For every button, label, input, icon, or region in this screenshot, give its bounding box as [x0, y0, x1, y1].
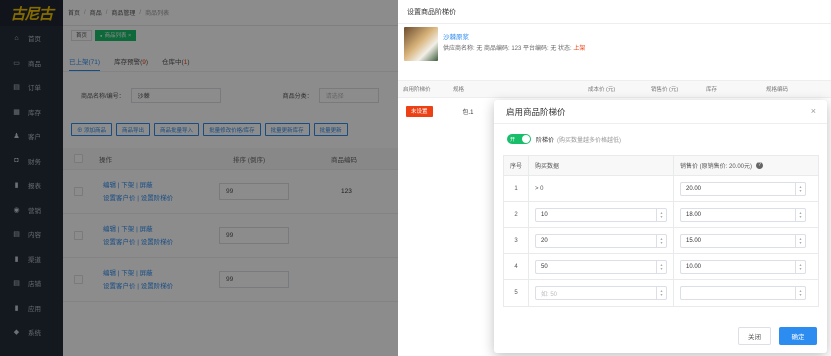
stepper-icon: ▲ ▼	[795, 234, 805, 247]
product-summary: 沙棘原浆 供应商名称: 无 商品编码: 123 平台编码: 无 状态: 上架	[398, 24, 831, 68]
switch-hint: (购买数量越多价格越低)	[557, 137, 622, 144]
modal-footer: 关闭 确定	[494, 319, 827, 353]
close-icon[interactable]: ×	[811, 106, 816, 116]
price-input[interactable]: 10.00 ▲ ▼	[680, 259, 806, 274]
spec-value: 包.1	[462, 109, 474, 116]
drawer-row: 未设置 包.1	[398, 98, 498, 124]
modal-title: 启用商品阶梯价	[506, 106, 566, 117]
stepper-icon: ▲ ▼	[656, 287, 666, 299]
overlay-mask[interactable]	[0, 0, 398, 356]
price-input[interactable]: 18.00 ▲ ▼	[680, 207, 806, 222]
price-input[interactable]: 15.00 ▲ ▼	[680, 233, 806, 248]
tier-price-switch[interactable]: 开	[507, 134, 531, 144]
app-root: 古尼古 ⌂ 首页 ▭ 商品 ▤ 订单 ▦ 库存 ♟ 客户 ◘ 财务 ▮ 报表 ◉ 营销 ▤ 内容 …	[0, 0, 831, 356]
product-name[interactable]: 沙棘原浆	[443, 31, 585, 41]
stepper-icon: ▲ ▼	[656, 234, 666, 247]
price-input[interactable]: 20.00 ▲ ▼	[680, 181, 806, 196]
stepper-icon: ▲ ▼	[795, 182, 805, 195]
tier-row: 4 50 ▲ ▼ 10.00 ▲ ▼	[504, 254, 818, 280]
tier-table-header: 序号 购买数据 销售价 (原销售价: 20.00元)?	[504, 156, 818, 176]
product-meta: 供应商名称: 无 商品编码: 123 平台编码: 无 状态: 上架	[443, 46, 586, 52]
qty-static: > 0	[529, 176, 674, 201]
tier-row: 3 20 ▲ ▼ 15.00 ▲ ▼	[504, 228, 818, 254]
stepper-icon: ▲ ▼	[795, 260, 805, 273]
tier-row: 2 10 ▲ ▼ 18.00 ▲ ▼	[504, 202, 818, 228]
product-status: 上架	[573, 46, 586, 52]
price-input[interactable]: ▲ ▼	[680, 286, 806, 300]
qty-input[interactable]: 50 ▲ ▼	[535, 259, 667, 274]
qty-input[interactable]: 20 ▲ ▼	[535, 233, 667, 248]
qty-input[interactable]: 10 ▲ ▼	[535, 207, 667, 222]
product-thumbnail	[404, 27, 438, 61]
help-icon[interactable]: ?	[756, 162, 764, 169]
tier-table: 序号 购买数据 销售价 (原销售价: 20.00元)? 1 > 0 20.00 ▲…	[503, 155, 819, 307]
switch-label: 阶梯价	[536, 137, 555, 144]
drawer-title: 设置商品阶梯价	[398, 0, 831, 24]
stepper-icon: ▲ ▼	[656, 260, 666, 273]
close-button[interactable]: 关闭	[738, 327, 771, 345]
confirm-button[interactable]: 确定	[779, 327, 817, 345]
stepper-icon: ▲ ▼	[656, 208, 666, 221]
tier-row: 1 > 0 20.00 ▲ ▼	[504, 176, 818, 202]
stepper-icon: ▲ ▼	[795, 287, 805, 299]
not-set-button[interactable]: 未设置	[406, 105, 433, 117]
qty-input[interactable]: 如: 50 ▲ ▼	[535, 286, 667, 300]
tier-row: 5 如: 50 ▲ ▼ ▲ ▼	[504, 280, 818, 306]
drawer-table-header: 启用阶梯价 规格 成本价 (元) 销售价 (元) 库存 规格编码	[398, 80, 831, 98]
stepper-icon: ▲ ▼	[795, 208, 805, 221]
tier-price-modal: 启用商品阶梯价 × 开 阶梯价 (购买数量越多价格越低) 序号 购买数据 销售价…	[494, 100, 827, 353]
